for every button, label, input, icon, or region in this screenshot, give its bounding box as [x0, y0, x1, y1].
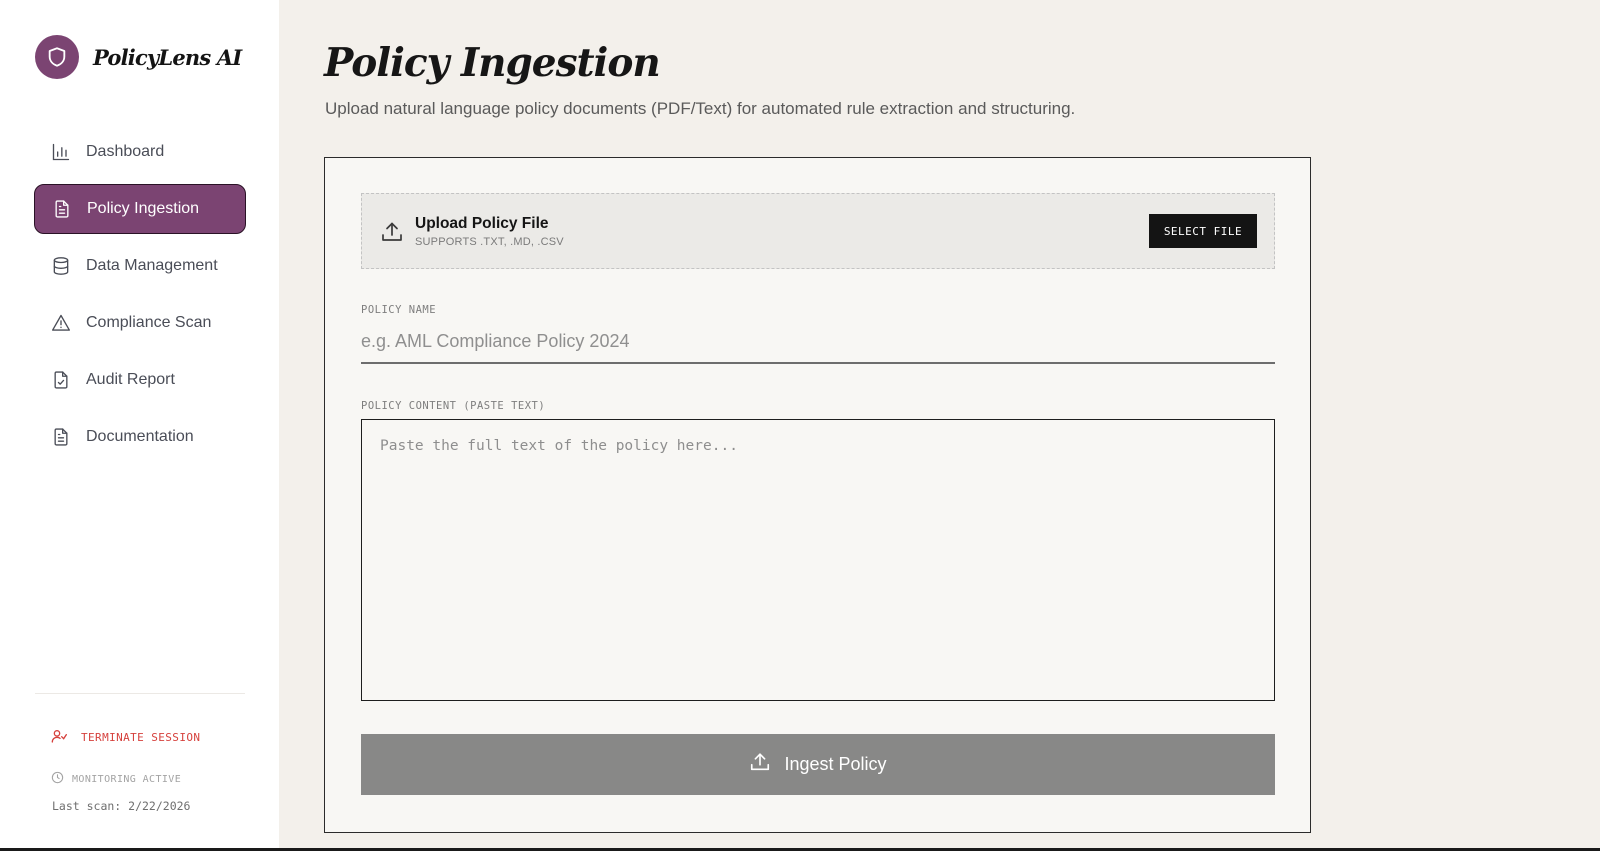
upload-format-hint: SUPPORTS .TXT, .MD, .CSV — [415, 236, 564, 248]
file-text-icon — [52, 199, 72, 219]
upload-icon — [749, 751, 771, 778]
monitoring-label: MONITORING ACTIVE — [72, 773, 182, 785]
user-x-icon — [51, 728, 67, 747]
select-file-button[interactable]: SELECT FILE — [1149, 214, 1257, 248]
app-window: PolicyLens AI Dashboard Policy Ingestion… — [0, 0, 1600, 851]
terminate-session-button[interactable]: TERMINATE SESSION — [51, 728, 200, 747]
clock-icon — [51, 771, 64, 787]
sidebar-item-label: Policy Ingestion — [87, 200, 200, 217]
policy-content-label: POLICY CONTENT (PASTE TEXT) — [361, 400, 546, 412]
page-subtitle: Upload natural language policy documents… — [325, 99, 1076, 118]
last-scan-timestamp: Last scan: 2/22/2026 — [52, 799, 191, 813]
terminate-session-label: TERMINATE SESSION — [81, 731, 201, 744]
policy-name-label: POLICY NAME — [361, 304, 437, 316]
alert-triangle-icon — [51, 313, 71, 333]
sidebar-item-data-management[interactable]: Data Management — [34, 241, 246, 291]
sidebar: PolicyLens AI Dashboard Policy Ingestion… — [0, 0, 279, 848]
policy-content-textarea[interactable] — [361, 419, 1275, 701]
sidebar-item-dashboard[interactable]: Dashboard — [34, 127, 246, 177]
sidebar-item-label: Compliance Scan — [86, 314, 212, 331]
brand[interactable]: PolicyLens AI — [35, 35, 242, 79]
file-check-icon — [51, 370, 71, 390]
sidebar-item-audit-report[interactable]: Audit Report — [34, 355, 246, 405]
sidebar-item-compliance-scan[interactable]: Compliance Scan — [34, 298, 246, 348]
upload-icon — [380, 220, 404, 244]
sidebar-item-documentation[interactable]: Documentation — [34, 412, 246, 462]
upload-title: Upload Policy File — [415, 215, 549, 232]
sidebar-item-label: Audit Report — [86, 371, 175, 388]
shield-icon — [35, 35, 79, 79]
brand-name: PolicyLens AI — [93, 44, 242, 70]
sidebar-item-label: Dashboard — [86, 143, 165, 160]
ingest-policy-button[interactable]: Ingest Policy — [361, 734, 1275, 795]
policy-name-input[interactable] — [361, 320, 1275, 364]
monitoring-status: MONITORING ACTIVE — [51, 771, 181, 787]
sidebar-item-label: Documentation — [86, 428, 194, 445]
file-upload-dropzone[interactable]: Upload Policy File SUPPORTS .TXT, .MD, .… — [361, 193, 1275, 269]
sidebar-item-label: Data Management — [86, 257, 218, 274]
ingest-policy-label: Ingest Policy — [784, 754, 887, 774]
database-icon — [51, 256, 71, 276]
sidebar-nav: Dashboard Policy Ingestion Data Manageme… — [34, 127, 246, 469]
sidebar-item-policy-ingestion[interactable]: Policy Ingestion — [34, 184, 246, 234]
file-text-icon — [51, 427, 71, 447]
page-title: Policy Ingestion — [324, 40, 661, 86]
ingestion-form-card: Upload Policy File SUPPORTS .TXT, .MD, .… — [324, 157, 1311, 833]
bar-chart-icon — [51, 142, 71, 162]
sidebar-divider — [35, 693, 245, 694]
